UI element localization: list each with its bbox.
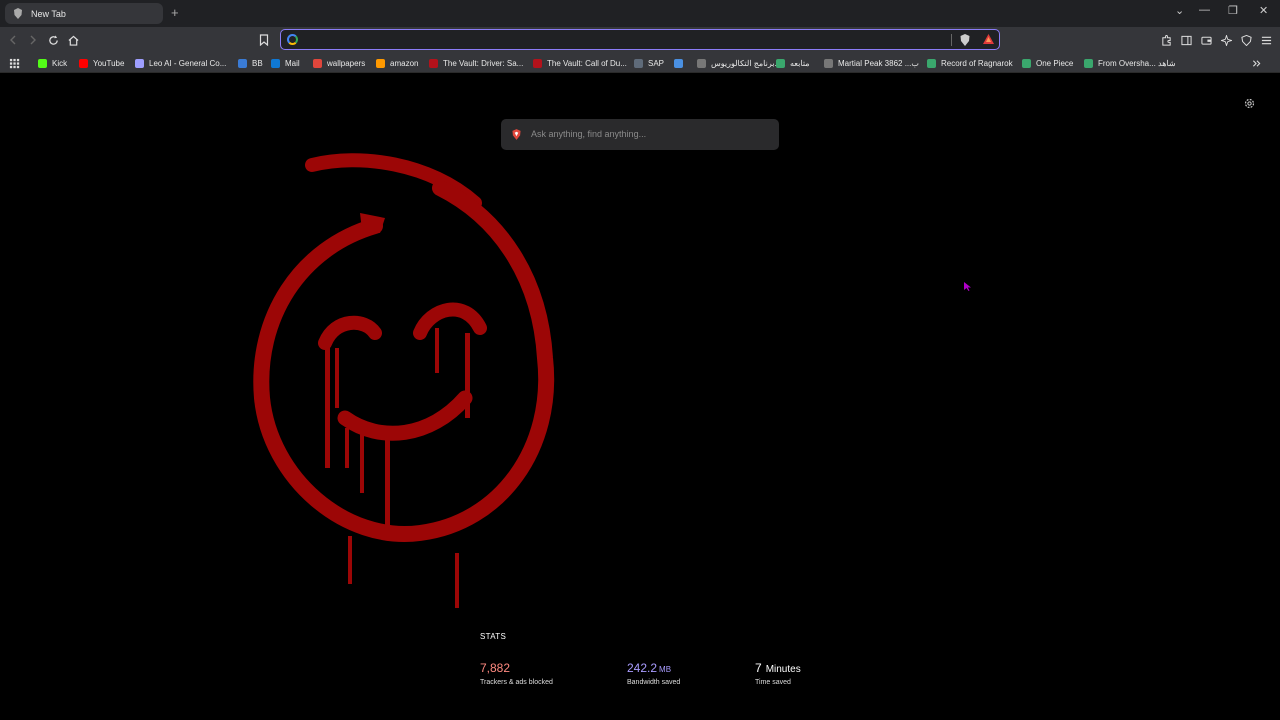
bookmark-favicon-icon (1022, 58, 1031, 68)
bookmark-favicon-icon (927, 58, 936, 68)
time-value: 7 (755, 661, 762, 675)
bookmark-favicon-icon (674, 58, 683, 68)
bookmark-item[interactable]: One Piece (1022, 57, 1073, 69)
bookmark-item[interactable]: متابعه (776, 57, 810, 69)
close-button[interactable]: ✕ (1259, 4, 1268, 17)
bookmark-item[interactable]: From Oversha... شاهد (1084, 57, 1176, 69)
bookmarks-overflow-icon[interactable] (1248, 55, 1264, 71)
bookmark-label: Record of Ragnarok (941, 58, 1013, 68)
address-bar[interactable] (280, 29, 1000, 50)
bookmark-item[interactable]: Record of Ragnarok (927, 57, 1013, 69)
bookmarks-bar: Kick YouTube Leo AI - General Co... BB Mail w… (0, 53, 1280, 73)
bookmark-favicon-icon (776, 58, 785, 68)
bookmark-favicon-icon (313, 58, 322, 68)
bookmark-favicon-icon (38, 58, 47, 68)
bookmark-item[interactable]: Leo AI - General Co... (135, 57, 226, 69)
bookmark-favicon-icon (533, 58, 542, 68)
stats-heading: STATS (480, 632, 507, 641)
bookmark-item[interactable]: The Vault: Call of Du... (533, 57, 627, 69)
bookmark-favicon-icon (824, 58, 833, 68)
tab-new-tab[interactable]: New Tab (5, 3, 163, 24)
bookmark-label: متابعه (790, 58, 810, 68)
brave-rewards-icon[interactable] (983, 34, 994, 45)
bookmark-item[interactable]: The Vault: Driver: Sa... (429, 57, 523, 69)
bookmark-label: The Vault: Call of Du... (547, 58, 627, 68)
google-icon (287, 34, 298, 45)
address-divider (951, 34, 952, 46)
brave-shields-icon[interactable] (960, 34, 970, 46)
bookmark-favicon-icon (271, 58, 280, 68)
brave-shield-icon (512, 129, 521, 140)
bookmark-item[interactable] (674, 57, 688, 69)
toolbar (0, 27, 1280, 53)
home-icon[interactable] (65, 32, 81, 48)
maximize-button[interactable]: ❐ (1228, 4, 1238, 17)
bookmark-label: SAP (648, 58, 665, 68)
bookmark-favicon-icon (238, 58, 247, 68)
trackers-desc: Trackers & ads blocked (480, 679, 553, 686)
bookmark-favicon-icon (1084, 58, 1093, 68)
back-icon[interactable] (5, 32, 21, 48)
bookmark-icon[interactable] (256, 32, 272, 48)
bookmark-label: wallpapers (327, 58, 366, 68)
bandwidth-desc: Bandwidth saved (627, 679, 681, 686)
bookmark-label: One Piece (1036, 58, 1074, 68)
bookmark-item[interactable]: amazon (376, 57, 418, 69)
stat-time: 7 Minutes Time saved (755, 659, 801, 686)
bookmark-favicon-icon (697, 58, 706, 68)
brave-shield-icon (14, 8, 22, 19)
wallet-icon[interactable] (1198, 32, 1214, 48)
bandwidth-unit: MB (659, 665, 672, 674)
new-tab-button[interactable]: + (171, 5, 179, 20)
bookmark-label: Kick (52, 58, 68, 68)
search-input[interactable] (531, 127, 771, 141)
tab-strip: New Tab + ⌄ — ❐ ✕ (0, 0, 1280, 27)
bookmark-item[interactable]: wallpapers (313, 57, 365, 69)
vpn-icon[interactable] (1238, 32, 1254, 48)
minimize-button[interactable]: — (1199, 4, 1210, 16)
menu-icon[interactable] (1258, 32, 1274, 48)
tab-search-dropdown-icon[interactable]: ⌄ (1175, 4, 1184, 17)
red-john-smiley-wallpaper (253, 153, 555, 608)
reload-icon[interactable] (45, 32, 61, 48)
bookmark-item[interactable]: SAP (634, 57, 664, 69)
address-input[interactable] (303, 32, 943, 47)
sidebar-icon[interactable] (1178, 32, 1194, 48)
bookmark-favicon-icon (376, 58, 385, 68)
new-tab-page: STATS 7,882 Trackers & ads blocked 242.2… (0, 73, 1280, 720)
bookmark-favicon-icon (135, 58, 144, 68)
stat-bandwidth: 242.2 MB Bandwidth saved (627, 659, 680, 686)
bookmark-label: BB (252, 58, 263, 68)
bookmark-label: Martial Peak 3862 ...ب (838, 58, 919, 68)
bookmark-favicon-icon (79, 58, 88, 68)
bookmark-label: amazon (390, 58, 419, 68)
bookmark-label: From Oversha... شاهد (1098, 58, 1176, 68)
bandwidth-value: 242.2 (627, 661, 658, 675)
bookmark-item[interactable]: BB (238, 57, 263, 69)
trackers-value: 7,882 (480, 661, 511, 675)
leo-ai-icon[interactable] (1218, 32, 1234, 48)
bookmark-item[interactable]: Mail (271, 57, 300, 69)
search-box[interactable] (501, 119, 779, 150)
bookmark-favicon-icon (634, 58, 643, 68)
bookmark-label: YouTube (93, 58, 125, 68)
bookmark-label: Mail (285, 58, 300, 68)
extensions-icon[interactable] (1158, 32, 1174, 48)
forward-icon[interactable] (25, 32, 41, 48)
time-desc: Time saved (755, 679, 791, 686)
bookmark-label: Leo AI - General Co... (149, 58, 227, 68)
tab-title: New Tab (31, 8, 66, 19)
mouse-cursor-icon (964, 282, 971, 291)
customize-settings-icon[interactable] (1243, 97, 1256, 110)
bookmark-item[interactable]: Kick (38, 57, 67, 69)
time-unit: Minutes (765, 664, 801, 675)
bookmark-item[interactable]: YouTube (79, 57, 124, 69)
bookmark-favicon-icon (429, 58, 438, 68)
bookmark-item[interactable]: Martial Peak 3862 ...ب (824, 57, 919, 69)
bookmark-label: برنامج التكالوريوس... (711, 58, 781, 68)
apps-grid-icon[interactable] (6, 55, 22, 71)
bookmark-item[interactable]: برنامج التكالوريوس... (697, 57, 781, 69)
stat-trackers: 7,882 Trackers & ads blocked (480, 659, 553, 686)
bookmark-label: The Vault: Driver: Sa... (443, 58, 524, 68)
